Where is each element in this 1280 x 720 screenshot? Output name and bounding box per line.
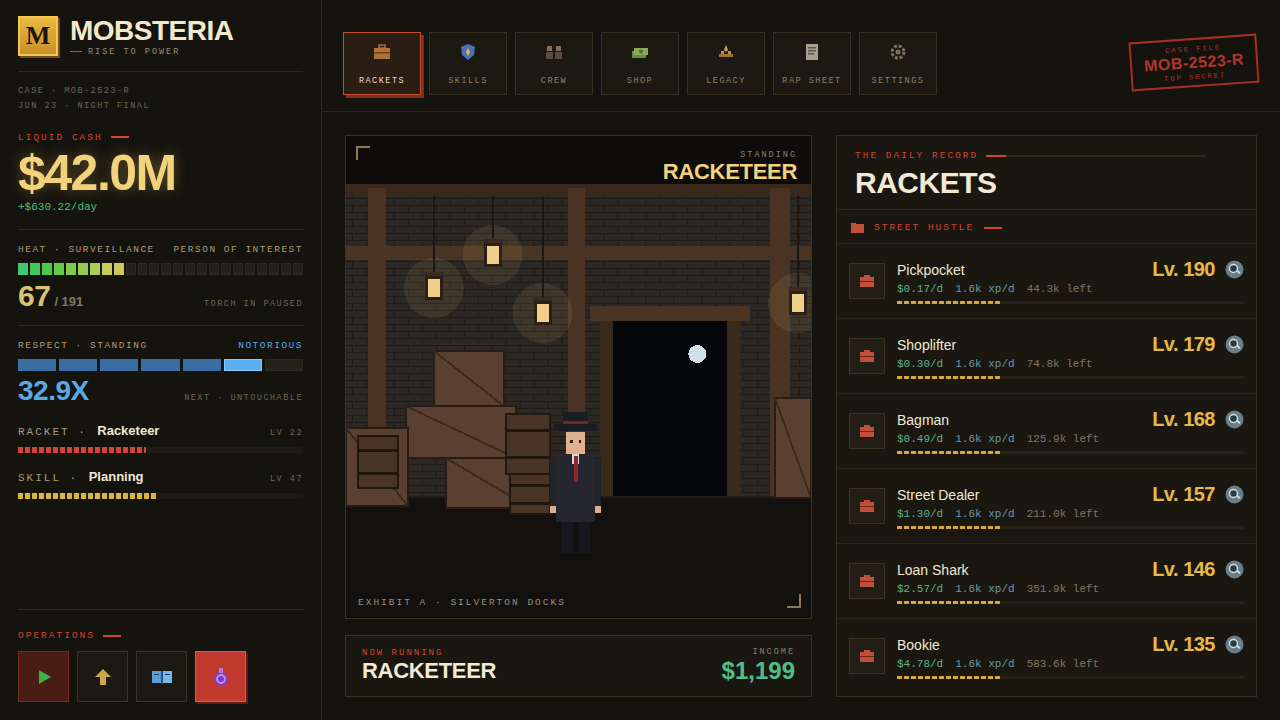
main-area: RACKETSSKILLSCREWSHOPLEGACYRAP SHEETSETT… [322, 0, 1280, 720]
top-bar: RACKETSSKILLSCREWSHOPLEGACYRAP SHEETSETT… [322, 0, 1280, 112]
book-icon [151, 668, 173, 686]
progress-bar [18, 493, 303, 499]
upgrade-button[interactable] [77, 651, 128, 702]
briefcase-icon [372, 43, 392, 61]
briefcase-icon [849, 488, 885, 524]
magnifier-icon[interactable] [1225, 410, 1244, 429]
tab[interactable]: SETTINGS [859, 32, 937, 95]
play-icon [35, 668, 53, 686]
skill-badge-icon [458, 43, 478, 61]
potion-button[interactable] [195, 651, 246, 702]
respect-header: RESPECT · STANDINGNOTORIOUS [18, 340, 303, 351]
cash-value: $42.0M [18, 145, 303, 201]
racket-row[interactable]: Street DealerLv. 157$1.30/d1.6k xp/d211.… [837, 468, 1256, 543]
cash-rate: +$630.22/day [18, 201, 303, 213]
cash-label: LIQUID CASH [18, 132, 303, 143]
docks-scene [346, 136, 811, 618]
record-title: RACKETS [855, 165, 1238, 201]
scene-caption: EXHIBIT A · SILVERTON DOCKS [358, 597, 566, 608]
magnifier-icon[interactable] [1225, 560, 1244, 579]
briefcase-icon [849, 263, 885, 299]
play-button[interactable] [18, 651, 69, 702]
briefcase-icon [849, 638, 885, 674]
rackets-panel: THE DAILY RECORD RACKETS STREET HUSTLEPick… [836, 135, 1257, 697]
magnifier-icon[interactable] [1225, 260, 1244, 279]
tab[interactable]: SKILLS [429, 32, 507, 95]
operations-label: OPERATIONS [18, 630, 303, 641]
respect-reading: 32.9XNEXT · UNTOUCHABLE [18, 375, 303, 407]
document-icon [802, 43, 822, 61]
tab[interactable]: LEGACY [687, 32, 765, 95]
magnifier-icon[interactable] [1225, 335, 1244, 354]
briefcase-icon [849, 338, 885, 374]
racket-progress [897, 451, 1244, 454]
racket-row[interactable]: PickpocketLv. 190$0.17/d1.6k xp/d44.3k l… [837, 243, 1256, 318]
racket-progress [897, 601, 1244, 604]
heat-reading: 67/ 191TORCH IN PAUSED [18, 279, 303, 313]
heat-header: HEAT · SURVEILLANCEPERSON OF INTEREST [18, 244, 303, 255]
briefcase-icon [849, 563, 885, 599]
case-info: CASE · MOB-2523-RJUN 23 · NIGHT FINAL [18, 84, 303, 114]
record-kicker: THE DAILY RECORD [855, 150, 1238, 161]
cash-stack-icon [630, 43, 650, 61]
up-arrow-icon [93, 667, 113, 687]
tab[interactable]: RACKETS [343, 32, 421, 95]
tab-bar: RACKETSSKILLSCREWSHOPLEGACYRAP SHEETSETT… [343, 32, 937, 95]
racket-row[interactable]: BookieLv. 135$4.78/d1.6k xp/d583.6k left [837, 618, 1256, 693]
brand-subtitle: RISE TO POWER [70, 47, 234, 57]
now-running-panel: NOW RUNNINGRACKETEERINCOME$1,199 [345, 635, 812, 697]
brand: M MOBSTERIARISE TO POWER [18, 16, 303, 57]
case-file-stamp: CASE FILEMOB-2523-RTOP SECRET [1128, 34, 1259, 92]
logo-icon: M [18, 16, 58, 56]
sidebar: M MOBSTERIARISE TO POWER CASE · MOB-2523-R… [0, 0, 322, 720]
briefcase-icon [849, 413, 885, 449]
tab[interactable]: RAP SHEET [773, 32, 851, 95]
racket-row[interactable]: BagmanLv. 168$0.49/d1.6k xp/d125.9k left [837, 393, 1256, 468]
tab[interactable]: CREW [515, 32, 593, 95]
racket-row[interactable]: ShoplifterLv. 179$0.30/d1.6k xp/d74.8k l… [837, 318, 1256, 393]
racket-progress [897, 301, 1244, 304]
mobster-figure [550, 412, 602, 553]
magnifier-icon[interactable] [1225, 635, 1244, 654]
progress-bar [18, 447, 303, 453]
racket-progress [897, 526, 1244, 529]
crew-icon [544, 43, 564, 61]
section-header: STREET HUSTLE [837, 210, 1256, 243]
gear-icon [888, 43, 908, 61]
potion-icon [210, 666, 232, 688]
magnifier-icon[interactable] [1225, 485, 1244, 504]
racket-row[interactable]: Loan SharkLv. 146$2.57/d1.6k xp/d351.9k … [837, 543, 1256, 618]
game-screen: M MOBSTERIARISE TO POWER CASE · MOB-2523-R… [0, 0, 1280, 720]
scene-view: STANDINGRACKETEER EXHIBIT A · SILVERTON D… [345, 135, 812, 619]
legacy-icon [716, 43, 736, 61]
tab[interactable]: SHOP [601, 32, 679, 95]
racket-progress [897, 676, 1244, 679]
progress-item: SKILL · PlanningLV 47 [18, 467, 303, 499]
heat-meter [18, 263, 303, 275]
racket-progress [897, 376, 1244, 379]
folder-icon [851, 223, 864, 233]
progress-item: RACKET · RacketeerLV 22 [18, 421, 303, 453]
standing-badge: STANDINGRACKETEER [663, 150, 797, 184]
book-button[interactable] [136, 651, 187, 702]
respect-meter [18, 359, 303, 371]
brand-title: MOBSTERIA [70, 16, 234, 47]
